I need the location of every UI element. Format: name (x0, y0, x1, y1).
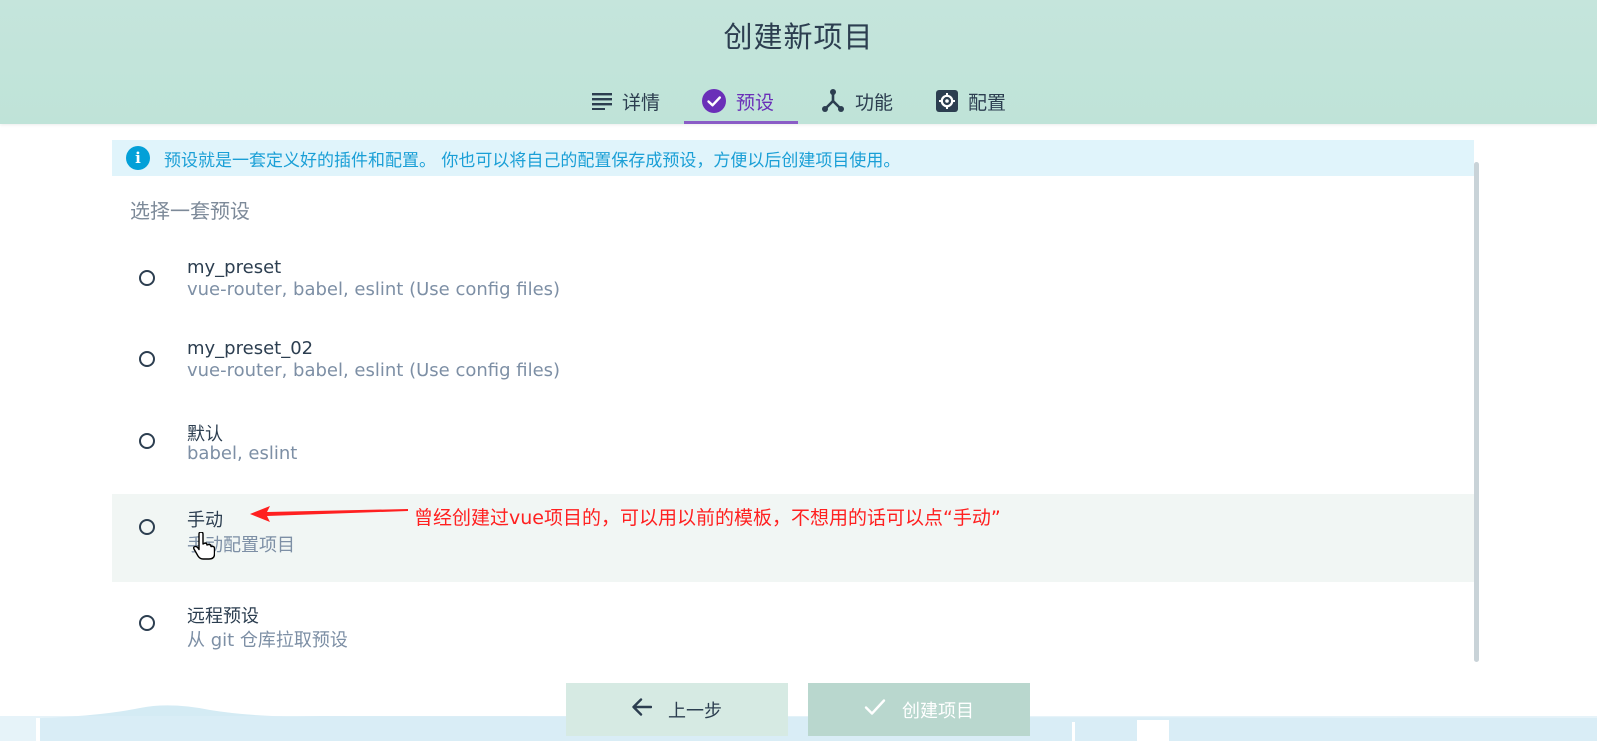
preset-description: babel, eslint (187, 443, 298, 464)
arrow-left-icon (632, 698, 653, 721)
scrollbar[interactable] (1474, 162, 1479, 662)
tab-features[interactable]: 功能 (821, 78, 893, 124)
header: 创建新项目 详情 预设 功能 配置 (0, 0, 1597, 124)
tab-label: 功能 (855, 91, 894, 114)
active-tab-indicator (684, 121, 798, 124)
radio-button[interactable] (139, 433, 155, 449)
tab-presets[interactable]: 预设 (684, 78, 798, 124)
section-title: 选择一套预设 (130, 199, 250, 223)
tab-label: 预设 (736, 91, 775, 114)
preset-name: 手动 (187, 510, 223, 531)
preset-name: my_preset (187, 257, 282, 278)
preset-description: vue-router, babel, eslint (Use config fi… (187, 360, 561, 381)
previous-step-button[interactable]: 上一步 (566, 683, 788, 736)
preset-option-my-preset-02[interactable]: my_preset_02 vue-router, babel, eslint (… (112, 324, 1474, 406)
tab-bar: 详情 预设 功能 配置 (0, 78, 1597, 124)
preset-description: 从 git 仓库拉取预设 (187, 630, 348, 651)
info-banner: i 预设就是一套定义好的插件和配置。 你也可以将自己的配置保存成预设，方便以后创… (112, 140, 1474, 176)
preset-option-my-preset[interactable]: my_preset vue-router, babel, eslint (Use… (112, 242, 1474, 324)
check-icon (864, 698, 886, 721)
create-project-button[interactable]: 创建项目 (808, 683, 1030, 736)
check-circle-icon (702, 89, 726, 113)
preset-option-remote[interactable]: 远程预设 从 git 仓库拉取预设 (112, 588, 1474, 670)
radio-button[interactable] (139, 519, 155, 535)
preset-name: my_preset_02 (187, 338, 314, 359)
list-icon (592, 92, 612, 110)
gear-icon (936, 90, 958, 112)
annotation-arrow-icon (250, 505, 410, 527)
tab-label: 详情 (622, 91, 661, 114)
tab-label: 配置 (968, 91, 1007, 114)
tab-config[interactable]: 配置 (936, 78, 1006, 124)
page-title: 创建新项目 (723, 20, 874, 54)
info-text: 预设就是一套定义好的插件和配置。 你也可以将自己的配置保存成预设，方便以后创建项… (164, 150, 901, 171)
radio-button[interactable] (139, 615, 155, 631)
branch-icon (821, 89, 845, 113)
preset-option-default[interactable]: 默认 babel, eslint (112, 406, 1474, 488)
preset-name: 远程预设 (187, 606, 259, 627)
tab-details[interactable]: 详情 (592, 78, 660, 124)
annotation-text: 曾经创建过vue项目的，可以用以前的模板，不想用的话可以点“手动” (414, 507, 1001, 529)
radio-button[interactable] (139, 351, 155, 367)
hand-cursor-icon (192, 531, 216, 564)
previous-step-label: 上一步 (668, 700, 722, 722)
radio-button[interactable] (139, 270, 155, 286)
create-project-label: 创建项目 (902, 700, 974, 722)
preset-description: vue-router, babel, eslint (Use config fi… (187, 279, 561, 300)
info-icon: i (126, 146, 150, 170)
background-strip (0, 688, 1597, 741)
